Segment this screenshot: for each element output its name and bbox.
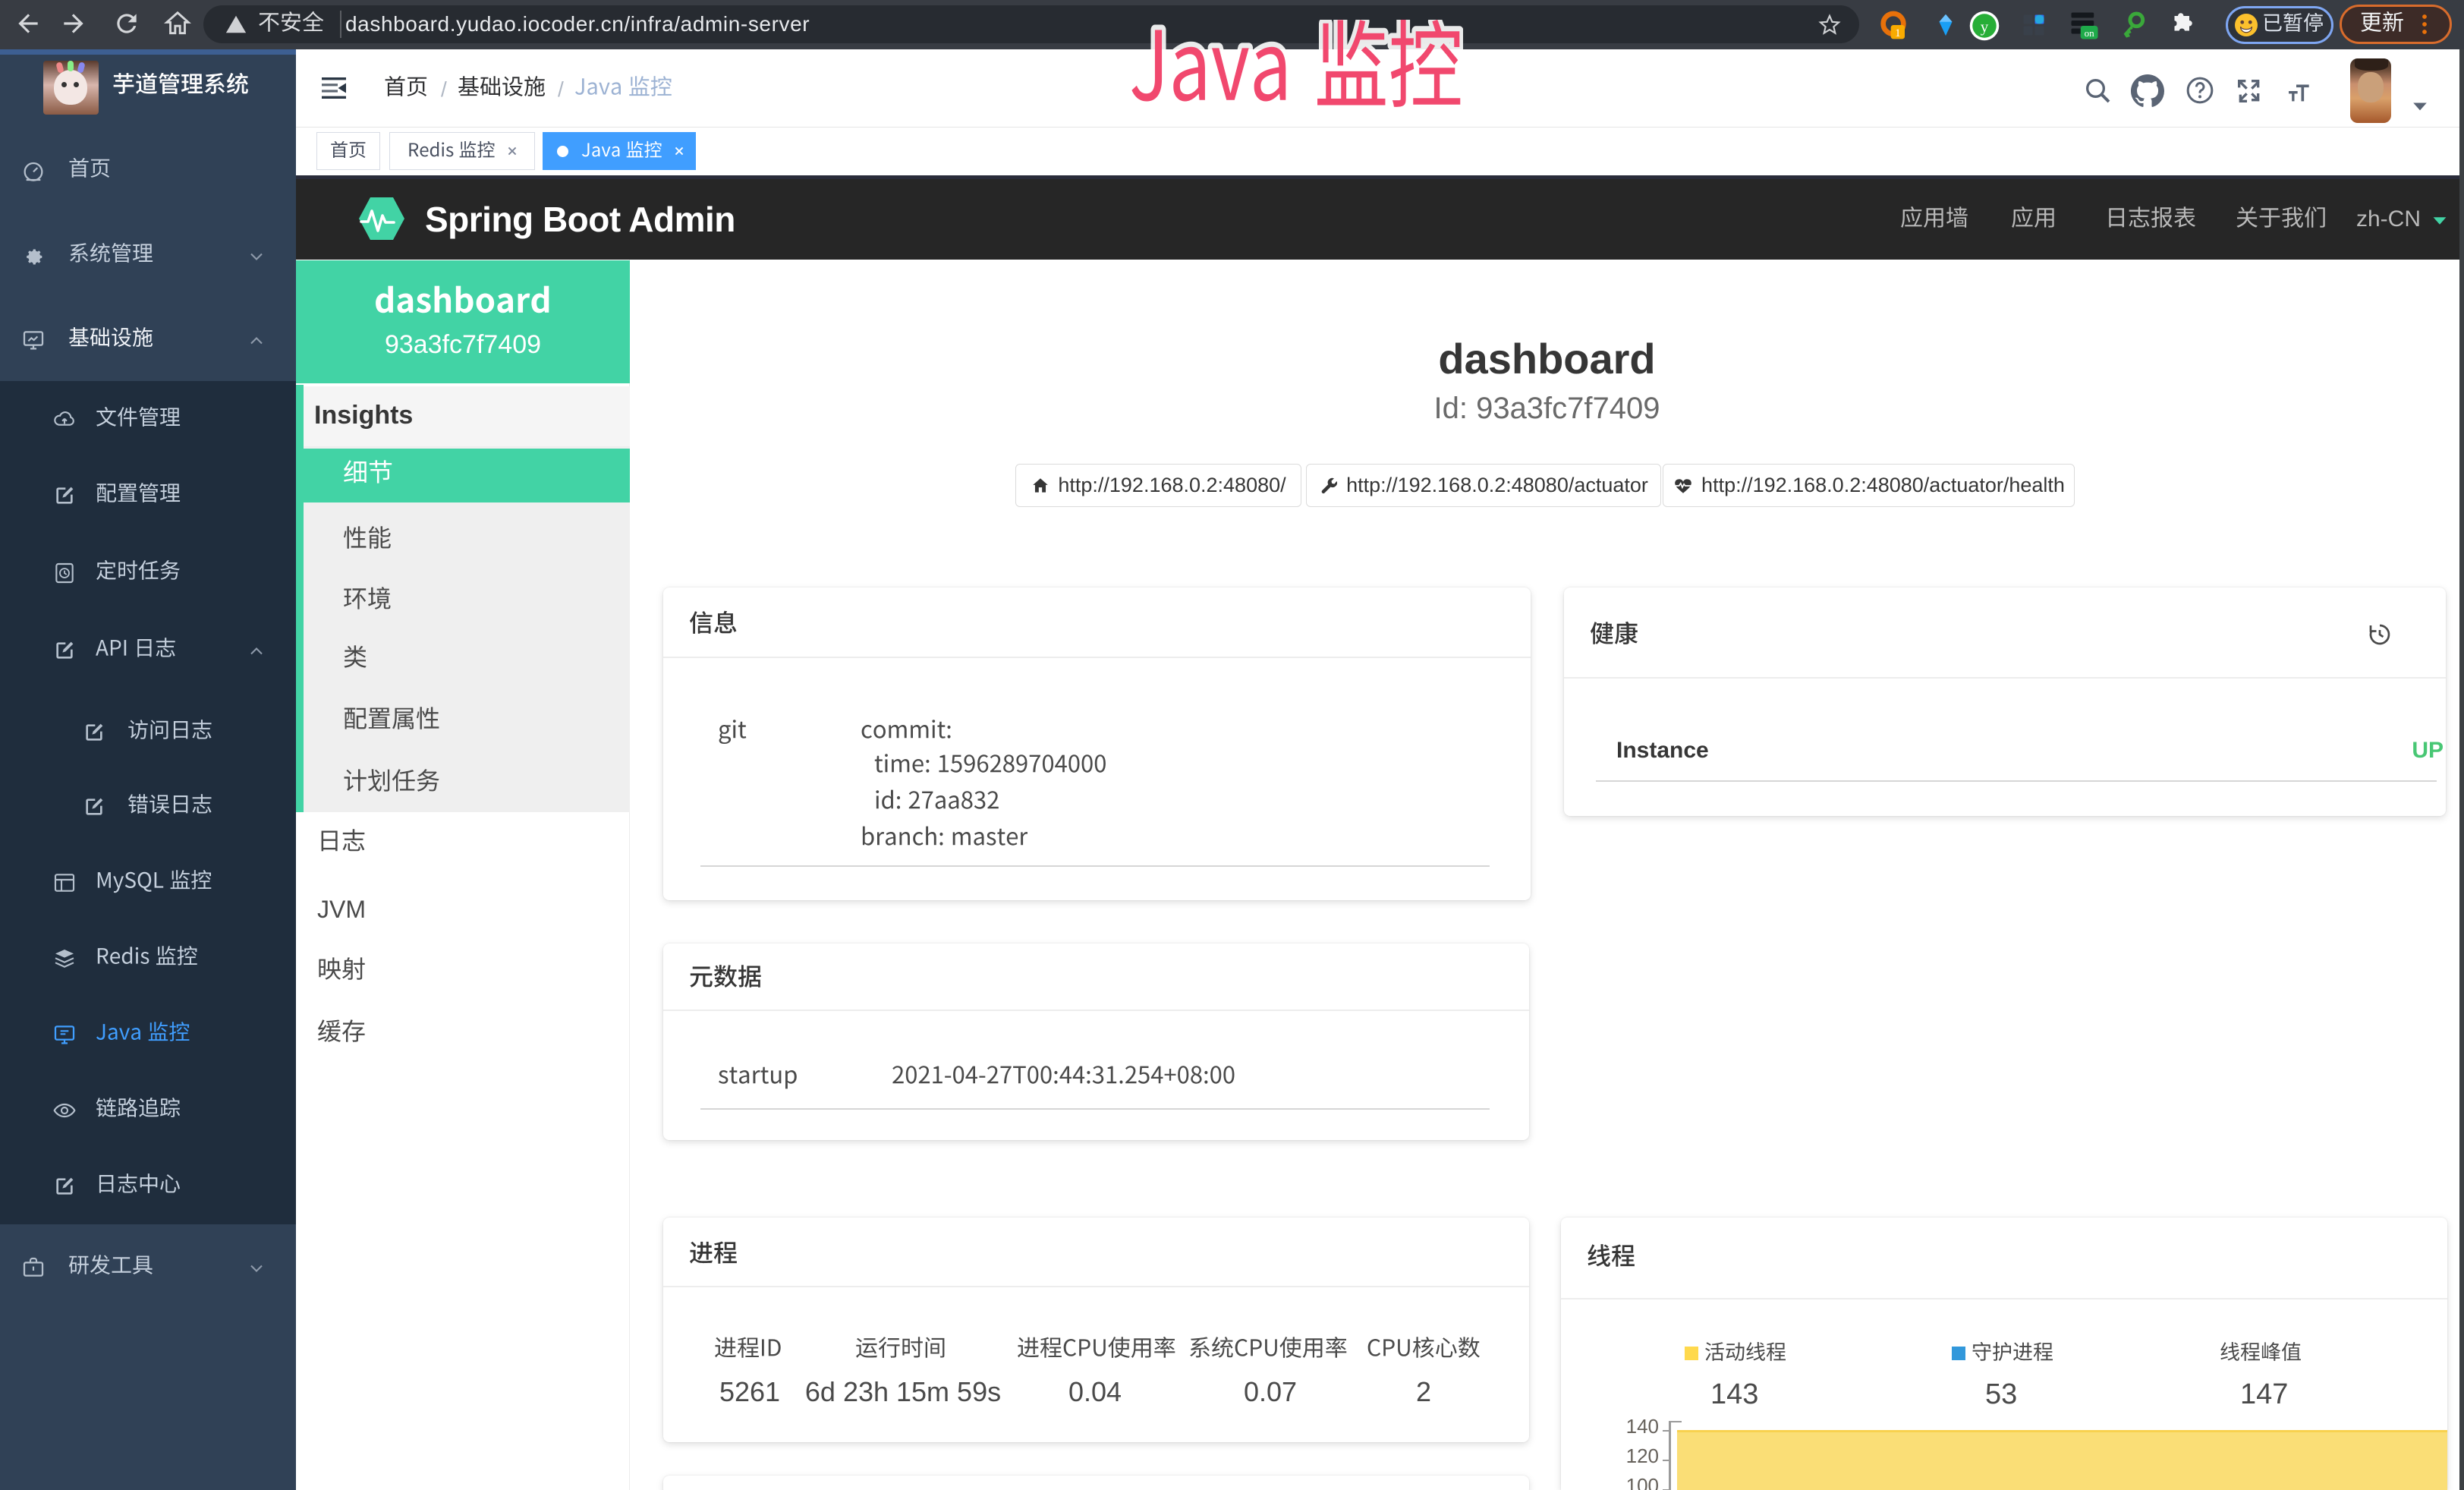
svg-text:on: on xyxy=(2085,27,2095,39)
svg-text:1: 1 xyxy=(1895,27,1901,39)
svg-text:y: y xyxy=(1981,17,1989,36)
